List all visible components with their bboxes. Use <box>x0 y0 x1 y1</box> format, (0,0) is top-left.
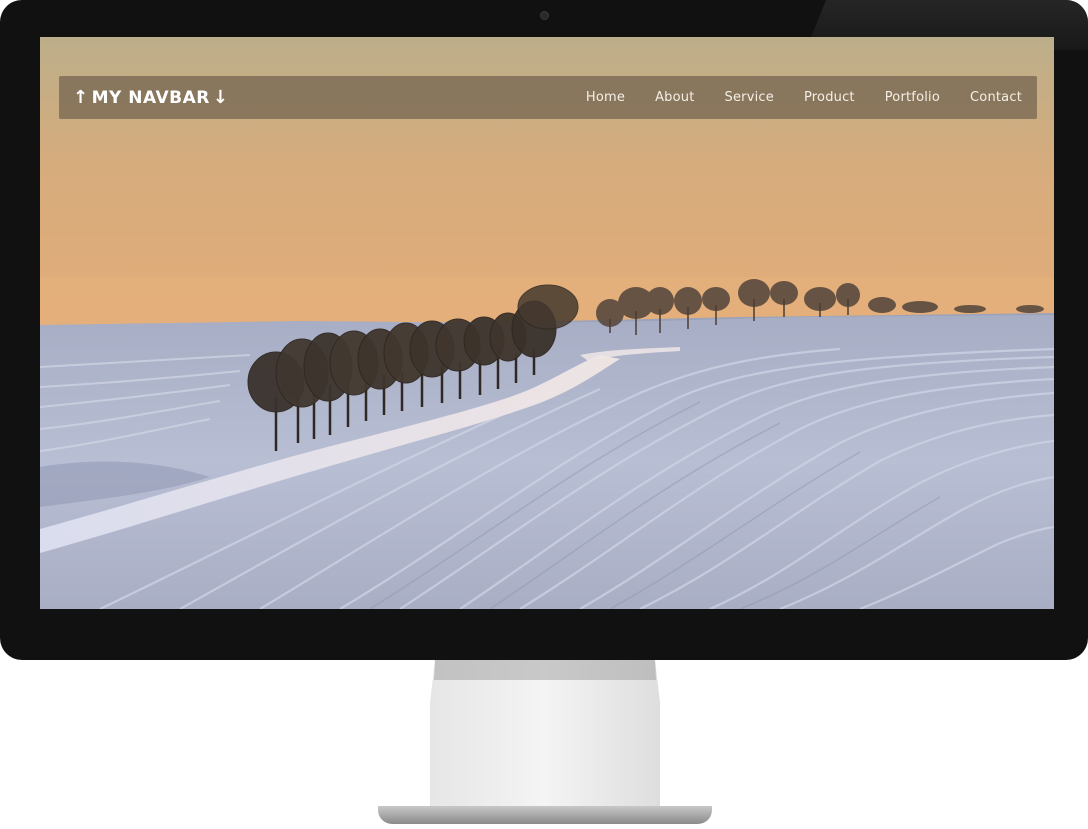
nav-link-service[interactable]: Service <box>725 90 774 105</box>
monitor-foot <box>378 806 712 824</box>
hero-background-image <box>40 37 1054 609</box>
monitor-mockup: ↑ MY NAVBAR ↓ Home About Service Product… <box>0 0 1088 829</box>
nav-links: Home About Service Product Portfolio Con… <box>586 90 1022 105</box>
nav-link-portfolio[interactable]: Portfolio <box>885 90 940 105</box>
camera-icon <box>540 11 549 20</box>
screen: ↑ MY NAVBAR ↓ Home About Service Product… <box>40 37 1054 609</box>
navbar-brand[interactable]: ↑ MY NAVBAR ↓ <box>73 87 228 108</box>
nav-link-home[interactable]: Home <box>586 90 625 105</box>
arrow-down-icon: ↓ <box>212 87 229 108</box>
navbar: ↑ MY NAVBAR ↓ Home About Service Product… <box>59 76 1037 119</box>
arrow-up-icon: ↑ <box>73 87 89 108</box>
monitor-stand <box>430 660 660 810</box>
nav-link-about[interactable]: About <box>655 90 694 105</box>
nav-link-contact[interactable]: Contact <box>970 90 1022 105</box>
monitor-bezel: ↑ MY NAVBAR ↓ Home About Service Product… <box>0 0 1088 660</box>
nav-link-product[interactable]: Product <box>804 90 855 105</box>
brand-text: MY NAVBAR <box>91 87 210 108</box>
